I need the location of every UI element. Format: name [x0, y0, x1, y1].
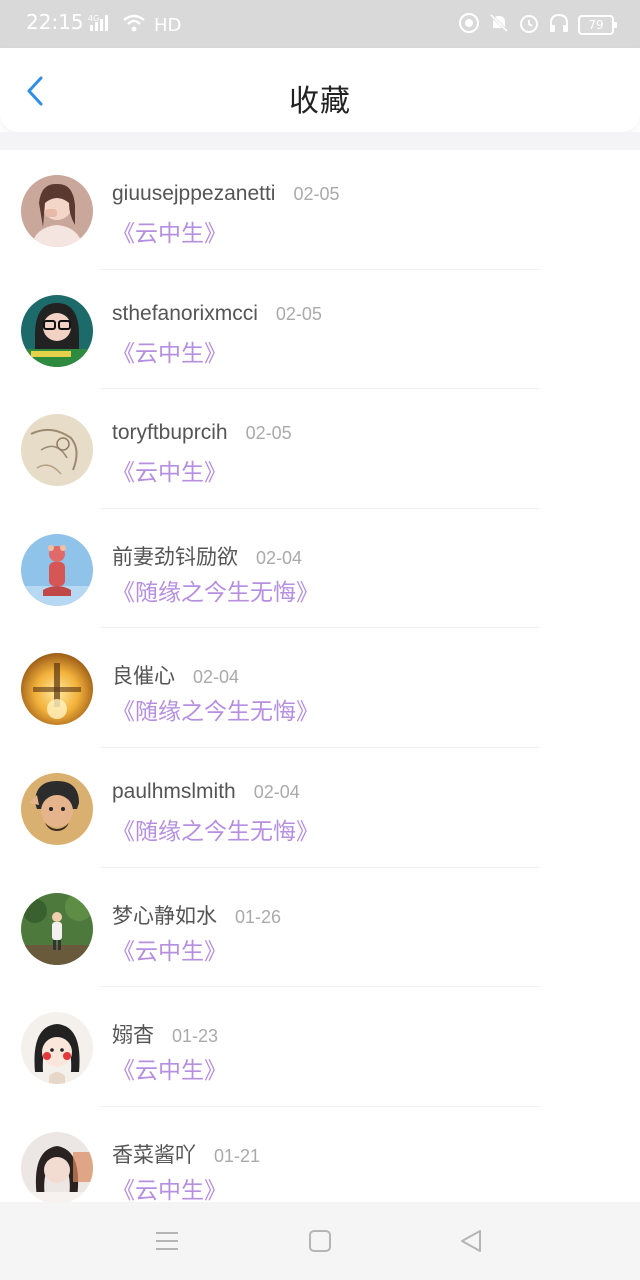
menu-button[interactable]	[152, 1226, 182, 1256]
item-date: 02-05	[275, 303, 322, 324]
menu-icon	[156, 1232, 178, 1250]
item-title[interactable]: 《云中生》	[112, 334, 227, 368]
avatar[interactable]	[21, 414, 93, 487]
header-gap	[0, 132, 640, 150]
list-item[interactable]: 嫋杳 01-23 《云中生》	[0, 987, 640, 1107]
item-date: 01-26	[235, 906, 282, 927]
system-nav-bar	[0, 1202, 640, 1280]
status-left-icons: 4G HD	[88, 14, 181, 36]
home-button[interactable]	[305, 1226, 335, 1256]
avatar[interactable]	[21, 1131, 93, 1202]
item-name: toryftbuprcih	[112, 421, 228, 445]
item-name: 梦心静如水	[112, 904, 217, 928]
item-date: 01-23	[172, 1026, 219, 1047]
page-title: 收藏	[289, 84, 351, 119]
back-triangle-icon	[461, 1230, 481, 1252]
list-item[interactable]: toryftbuprcih 02-05 《云中生》	[0, 389, 640, 509]
status-time: 22:15	[26, 10, 84, 34]
item-name: 香菜酱吖	[112, 1143, 196, 1167]
item-title[interactable]: 《随缘之今生无悔》	[112, 812, 319, 846]
battery-icon: 79	[578, 15, 617, 35]
avatar[interactable]	[21, 1012, 93, 1085]
mute-icon	[488, 12, 510, 38]
status-right-icons: 79	[458, 12, 617, 38]
item-name: sthefanorixmcci	[112, 301, 258, 325]
home-square-icon	[309, 1230, 331, 1252]
back-nav-button[interactable]	[456, 1226, 486, 1256]
svg-text:4G: 4G	[88, 14, 99, 23]
item-date: 02-04	[253, 781, 300, 802]
avatar[interactable]	[21, 772, 93, 845]
item-name: 良催心	[112, 665, 175, 689]
item-date: 02-04	[193, 667, 240, 688]
avatar[interactable]	[21, 892, 93, 965]
alarm-icon	[518, 12, 540, 38]
item-title[interactable]: 《随缘之今生无悔》	[112, 692, 319, 726]
list-item[interactable]: 良催心 02-04 《随缘之今生无悔》	[0, 628, 640, 748]
avatar[interactable]	[21, 533, 93, 606]
hd-indicator: HD	[154, 14, 182, 36]
signal-icon: 4G	[88, 13, 114, 37]
item-name: giuusejppezanetti	[112, 182, 276, 205]
list-item[interactable]: paulhmslmith 02-04 《随缘之今生无悔》	[0, 748, 640, 868]
avatar[interactable]	[21, 294, 93, 367]
item-name: paulhmslmith	[112, 779, 236, 803]
list-item[interactable]: 香菜酱吖 01-21 《云中生》	[0, 1107, 640, 1202]
headphones-icon	[548, 12, 570, 38]
item-date: 02-04	[256, 547, 303, 568]
list-item[interactable]: giuusejppezanetti 02-05 《云中生》	[0, 150, 640, 270]
item-title[interactable]: 《云中生》	[112, 1051, 227, 1085]
item-title[interactable]: 《云中生》	[112, 453, 227, 487]
vpn-icon	[458, 12, 480, 38]
item-title[interactable]: 《随缘之今生无悔》	[112, 573, 319, 607]
item-date: 02-05	[293, 184, 340, 204]
item-name: 前妻劲钭励欲	[112, 545, 238, 569]
list-item[interactable]: 前妻劲钭励欲 02-04 《随缘之今生无悔》	[0, 509, 640, 629]
list-item[interactable]: 梦心静如水 01-26 《云中生》	[0, 868, 640, 988]
item-title[interactable]: 《云中生》	[112, 214, 227, 248]
item-date: 01-21	[214, 1145, 261, 1166]
avatar[interactable]	[21, 175, 93, 247]
item-title[interactable]: 《云中生》	[112, 1171, 227, 1202]
app-header: 收藏	[0, 48, 640, 132]
avatar[interactable]	[21, 653, 93, 726]
wifi-icon	[122, 13, 146, 37]
list-item[interactable]: sthefanorixmcci 02-05 《云中生》	[0, 270, 640, 390]
item-date: 02-05	[245, 423, 292, 444]
item-title[interactable]: 《云中生》	[112, 932, 227, 966]
status-bar: 22:15 4G HD 79	[0, 0, 640, 48]
item-name: 嫋杳	[112, 1024, 154, 1048]
favorites-list[interactable]: giuusejppezanetti 02-05 《云中生》 sthefanori…	[0, 150, 640, 1202]
